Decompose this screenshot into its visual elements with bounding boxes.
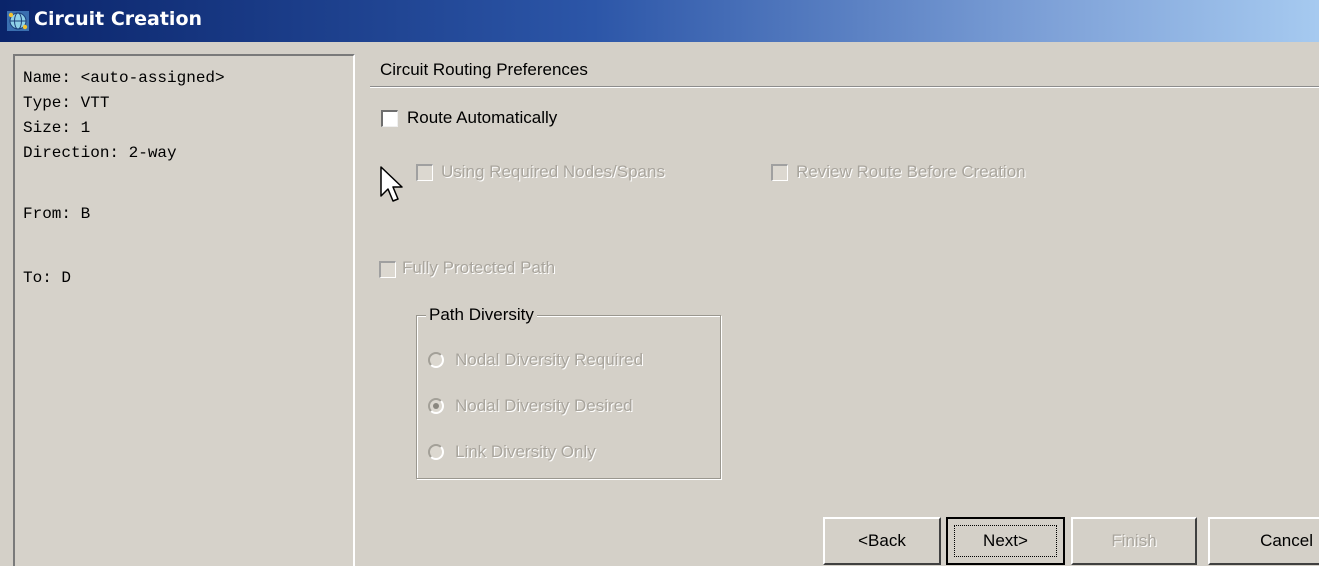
circuit-summary-panel: Name: <auto-assigned> Type: VTT Size: 1 … [13, 54, 355, 566]
nodal-diversity-desired-radio[interactable] [428, 398, 444, 414]
section-header: Circuit Routing Preferences [380, 60, 588, 79]
cancel-button[interactable]: Cancel [1208, 517, 1319, 565]
back-button[interactable]: <Back [823, 517, 941, 565]
review-route-label[interactable]: Review Route Before Creation [796, 162, 1026, 182]
using-required-nodes-label[interactable]: Using Required Nodes/Spans [441, 162, 665, 182]
link-diversity-only-label[interactable]: Link Diversity Only [455, 442, 596, 462]
finish-button[interactable]: Finish [1071, 517, 1197, 565]
using-required-nodes-checkbox[interactable] [416, 164, 433, 181]
next-button[interactable]: Next> [946, 517, 1065, 565]
window-title: Circuit Creation [34, 8, 203, 30]
circuit-creation-window: Circuit Creation Name: <auto-assigned> T… [0, 0, 1319, 566]
summary-size: Size: 1 [23, 119, 91, 137]
fully-protected-path-checkbox[interactable] [379, 261, 396, 278]
title-bar[interactable]: Circuit Creation [0, 0, 1319, 42]
fully-protected-path-label[interactable]: Fully Protected Path [402, 258, 555, 278]
route-automatically-label[interactable]: Route Automatically [407, 108, 557, 128]
finish-button-label: Finish [1111, 531, 1157, 550]
review-route-checkbox[interactable] [771, 164, 788, 181]
summary-from: From: B [23, 205, 91, 223]
back-button-label: <Back [858, 531, 906, 550]
cancel-button-label: Cancel [1260, 531, 1313, 550]
section-divider [370, 86, 1319, 88]
link-diversity-only-radio[interactable] [428, 444, 444, 460]
route-automatically-checkbox[interactable] [381, 110, 398, 127]
summary-direction: Direction: 2-way [23, 144, 177, 162]
radio-selected-dot [433, 403, 439, 409]
path-diversity-title: Path Diversity [426, 305, 537, 325]
mouse-pointer-icon [380, 166, 403, 202]
summary-type: Type: VTT [23, 94, 110, 112]
nodal-diversity-desired-label[interactable]: Nodal Diversity Desired [455, 396, 633, 416]
summary-to: To: D [23, 269, 72, 287]
nodal-diversity-required-radio[interactable] [428, 352, 444, 368]
network-globe-icon [7, 11, 29, 31]
nodal-diversity-required-label[interactable]: Nodal Diversity Required [455, 350, 643, 370]
summary-name: Name: <auto-assigned> [23, 69, 225, 87]
focus-rectangle [954, 525, 1057, 557]
